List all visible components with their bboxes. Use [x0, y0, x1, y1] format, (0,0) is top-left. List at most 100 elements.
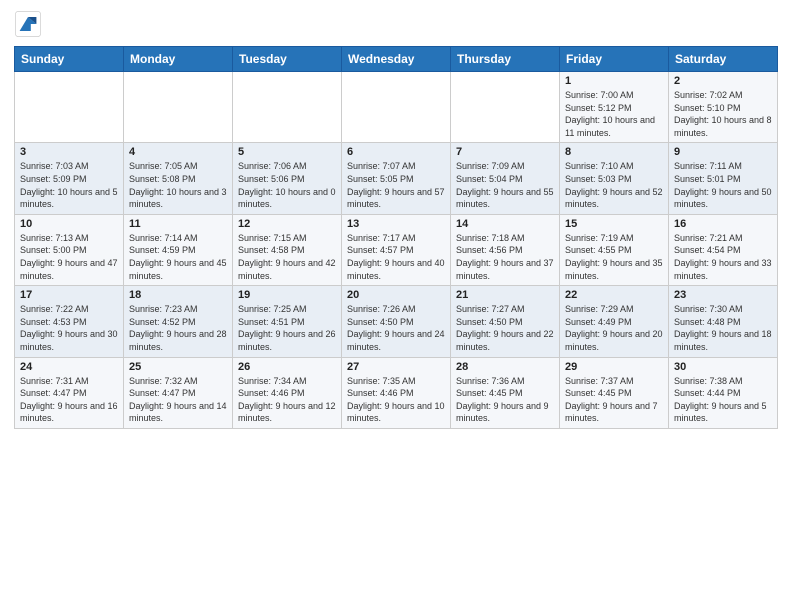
sunset-label: Sunset: 4:49 PM — [565, 317, 632, 327]
sunrise-label: Sunrise: 7:09 AM — [456, 161, 525, 171]
sunrise-label: Sunrise: 7:02 AM — [674, 90, 743, 100]
day-number: 10 — [20, 218, 118, 230]
calendar-cell: 21Sunrise: 7:27 AMSunset: 4:50 PMDayligh… — [451, 286, 560, 357]
day-number: 23 — [674, 289, 772, 301]
calendar-cell: 3Sunrise: 7:03 AMSunset: 5:09 PMDaylight… — [15, 143, 124, 214]
daylight-label: Daylight: 9 hours and 5 minutes. — [674, 401, 767, 424]
daylight-label: Daylight: 9 hours and 52 minutes. — [565, 187, 663, 210]
sunrise-label: Sunrise: 7:21 AM — [674, 233, 743, 243]
calendar-cell: 14Sunrise: 7:18 AMSunset: 4:56 PMDayligh… — [451, 214, 560, 285]
sunset-label: Sunset: 4:45 PM — [456, 388, 523, 398]
sunset-label: Sunset: 4:45 PM — [565, 388, 632, 398]
day-info: Sunrise: 7:19 AMSunset: 4:55 PMDaylight:… — [565, 232, 663, 282]
day-number: 6 — [347, 146, 445, 158]
sunset-label: Sunset: 4:53 PM — [20, 317, 87, 327]
day-number: 5 — [238, 146, 336, 158]
sunset-label: Sunset: 4:47 PM — [20, 388, 87, 398]
calendar-cell: 30 Sunrise: 7:38 AM Sunset: 4:44 PM Dayligh… — [669, 357, 778, 428]
day-info: Sunrise: 7:15 AMSunset: 4:58 PMDaylight:… — [238, 232, 336, 282]
calendar-cell: 12 Sunrise: 7:15 AMSunset: 4:58 PMDayligh… — [233, 214, 342, 285]
sunset-label: Sunset: 4:52 PM — [129, 317, 196, 327]
day-number: 11 — [129, 218, 227, 230]
day-number: 12 — [238, 218, 336, 230]
daylight-label: Daylight: 9 hours and 16 minutes. — [20, 401, 118, 424]
day-info: Sunrise: 7:02 AMSunset: 5:10 PMDaylight:… — [674, 89, 772, 139]
day-number: 8 — [565, 146, 663, 158]
calendar-cell: 29Sunrise: 7:37 AMSunset: 4:45 PMDayligh… — [560, 357, 669, 428]
day-info: Sunrise: 7:21 AMSunset: 4:54 PMDaylight:… — [674, 232, 772, 282]
day-number: 30 — [674, 361, 772, 373]
sunrise-label: Sunrise: 7:37 AM — [565, 376, 634, 386]
day-info: Sunrise: 7:26 AMSunset: 4:50 PMDaylight:… — [347, 303, 445, 353]
day-number: 4 — [129, 146, 227, 158]
calendar-cell: 22 Sunrise: 7:29 AMSunset: 4:49 PMDayligh… — [560, 286, 669, 357]
calendar-cell: 17Sunrise: 7:22 AMSunset: 4:53 PMDayligh… — [15, 286, 124, 357]
sunset-label: Sunset: 5:08 PM — [129, 174, 196, 184]
day-info: Sunrise: 7:37 AM Sunset: 4:45 PM Daylight:… — [565, 375, 663, 425]
calendar-cell: 25Sunrise: 7:32 AMSunset: 4:47 PMDayligh… — [124, 357, 233, 428]
sunrise-label: Sunrise: 7:03 AM — [20, 161, 89, 171]
sunset-label: Sunset: 4:44 PM — [674, 388, 741, 398]
sunset-label: Sunset: 5:10 PM — [674, 103, 741, 113]
daylight-label: Daylight: 10 hours and 3 minutes. — [129, 187, 227, 210]
day-info: Sunrise: 7:34 AMSunset: 4:46 PMDaylight:… — [238, 375, 336, 425]
day-info: Sunrise: 7:30 AMSunset: 4:48 PMDaylight:… — [674, 303, 772, 353]
calendar-week-3: 17Sunrise: 7:22 AMSunset: 4:53 PMDayligh… — [15, 286, 778, 357]
calendar-week-0: 1Sunrise: 7:00 AMSunset: 5:12 PMDaylight… — [15, 72, 778, 143]
daylight-label: Daylight: 9 hours and 42 minutes. — [238, 258, 336, 281]
sunrise-label: Sunrise: 7:00 AM — [565, 90, 634, 100]
sunrise-label: Sunrise: 7:31 AM — [20, 376, 89, 386]
sunrise-label: Sunrise: 7:38 AM — [674, 376, 743, 386]
day-number: 20 — [347, 289, 445, 301]
day-info: Sunrise: 7:10 AMSunset: 5:03 PMDaylight:… — [565, 160, 663, 210]
sunset-label: Sunset: 4:48 PM — [674, 317, 741, 327]
sunset-label: Sunset: 4:59 PM — [129, 245, 196, 255]
day-info: Sunrise: 7:23 AMSunset: 4:52 PMDaylight:… — [129, 303, 227, 353]
calendar-cell: 27Sunrise: 7:35 AMSunset: 4:46 PMDayligh… — [342, 357, 451, 428]
day-info: Sunrise: 7:36 AMSunset: 4:45 PMDaylight:… — [456, 375, 554, 425]
weekday-row: SundayMondayTuesdayWednesdayThursdayFrid… — [15, 47, 778, 72]
sunrise-label: Sunrise: 7:22 AM — [20, 304, 89, 314]
logo-icon — [14, 10, 42, 38]
sunrise-label: Sunrise: 7:26 AM — [347, 304, 416, 314]
calendar-cell — [124, 72, 233, 143]
day-number: 22 — [565, 289, 663, 301]
daylight-label: Daylight: 9 hours and 7 minutes. — [565, 401, 658, 424]
day-info: Sunrise: 7:29 AMSunset: 4:49 PMDaylight:… — [565, 303, 663, 353]
calendar-cell: 28Sunrise: 7:36 AMSunset: 4:45 PMDayligh… — [451, 357, 560, 428]
day-number: 25 — [129, 361, 227, 373]
sunrise-label: Sunrise: 7:15 AM — [238, 233, 307, 243]
sunset-label: Sunset: 4:57 PM — [347, 245, 414, 255]
sunrise-label: Sunrise: 7:32 AM — [129, 376, 198, 386]
sunrise-label: Sunrise: 7:30 AM — [674, 304, 743, 314]
day-info: Sunrise: 7:07 AMSunset: 5:05 PMDaylight:… — [347, 160, 445, 210]
calendar-week-1: 3Sunrise: 7:03 AMSunset: 5:09 PMDaylight… — [15, 143, 778, 214]
sunset-label: Sunset: 4:46 PM — [347, 388, 414, 398]
day-info: Sunrise: 7:17 AMSunset: 4:57 PMDaylight:… — [347, 232, 445, 282]
day-info: Sunrise: 7:11 AMSunset: 5:01 PMDaylight:… — [674, 160, 772, 210]
calendar-cell: 9Sunrise: 7:11 AMSunset: 5:01 PMDaylight… — [669, 143, 778, 214]
weekday-monday: Monday — [124, 47, 233, 72]
day-info: Sunrise: 7:25 AMSunset: 4:51 PMDaylight:… — [238, 303, 336, 353]
weekday-thursday: Thursday — [451, 47, 560, 72]
calendar-cell: 2Sunrise: 7:02 AMSunset: 5:10 PMDaylight… — [669, 72, 778, 143]
calendar-cell: 26Sunrise: 7:34 AMSunset: 4:46 PMDayligh… — [233, 357, 342, 428]
day-info: Sunrise: 7:18 AMSunset: 4:56 PMDaylight:… — [456, 232, 554, 282]
sunrise-label: Sunrise: 7:07 AM — [347, 161, 416, 171]
daylight-label: Daylight: 9 hours and 28 minutes. — [129, 329, 227, 352]
calendar-cell: 8 Sunrise: 7:10 AMSunset: 5:03 PMDaylight… — [560, 143, 669, 214]
sunset-label: Sunset: 5:12 PM — [565, 103, 632, 113]
daylight-label: Daylight: 9 hours and 10 minutes. — [347, 401, 445, 424]
calendar-cell — [342, 72, 451, 143]
day-number: 16 — [674, 218, 772, 230]
header — [14, 10, 778, 38]
calendar-cell: 6 Sunrise: 7:07 AMSunset: 5:05 PMDaylight… — [342, 143, 451, 214]
weekday-saturday: Saturday — [669, 47, 778, 72]
daylight-label: Daylight: 9 hours and 40 minutes. — [347, 258, 445, 281]
page: SundayMondayTuesdayWednesdayThursdayFrid… — [0, 0, 792, 612]
day-info: Sunrise: 7:22 AMSunset: 4:53 PMDaylight:… — [20, 303, 118, 353]
day-info: Sunrise: 7:27 AMSunset: 4:50 PMDaylight:… — [456, 303, 554, 353]
sunset-label: Sunset: 4:54 PM — [674, 245, 741, 255]
sunrise-label: Sunrise: 7:14 AM — [129, 233, 198, 243]
sunrise-label: Sunrise: 7:25 AM — [238, 304, 307, 314]
